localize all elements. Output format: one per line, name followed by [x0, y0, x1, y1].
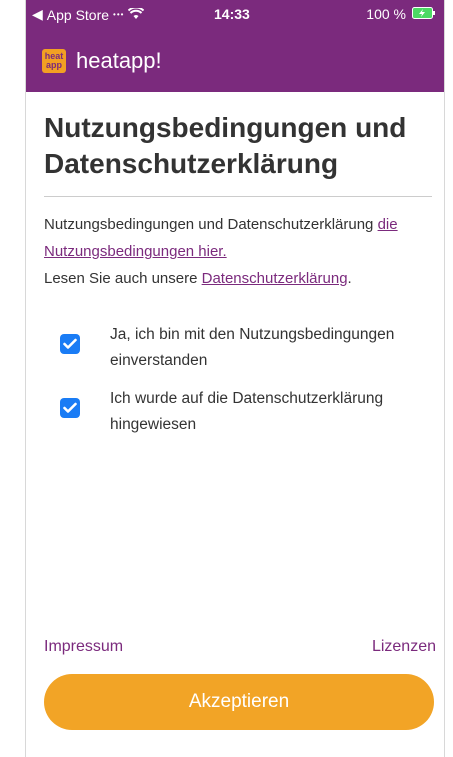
- intro-paragraph: Nutzungsbedingungen und Datenschutzerklä…: [44, 211, 432, 292]
- privacy-prefix: Lesen Sie auch unsere: [44, 270, 198, 287]
- consent-terms-row[interactable]: Ja, ich bin mit den Nutzungsbedingungen …: [44, 322, 432, 374]
- app-header: ◀ App Store ••• 14:33 100 % heat app hea…: [26, 0, 444, 92]
- intro-text: Nutzungsbedingungen und Datenschutzerklä…: [44, 216, 374, 233]
- privacy-checkbox-label: Ich wurde auf die Datenschutzerklärung h…: [110, 390, 384, 433]
- page-title: Nutzungsbedingungen und Datenschutzerklä…: [44, 112, 407, 179]
- privacy-suffix: .: [347, 270, 352, 287]
- signal-icon: •••: [113, 10, 125, 19]
- wifi-icon: [128, 6, 145, 23]
- footer-links: Impressum Lizenzen: [44, 638, 436, 656]
- licenses-link[interactable]: Lizenzen: [372, 638, 436, 656]
- terms-checkbox-label: Ja, ich bin mit den Nutzungsbedingungen …: [110, 326, 395, 369]
- main-content: Nutzungsbedingungen und Datenschutzerklä…: [44, 110, 432, 438]
- logo-text: heat app: [44, 51, 64, 70]
- brand-row: heat app heatapp!: [42, 48, 162, 74]
- status-time: 14:33: [214, 6, 250, 22]
- checkmark-icon: [63, 338, 77, 349]
- consent-privacy-row[interactable]: Ich wurde auf die Datenschutzerklärung h…: [44, 386, 432, 438]
- terms-checkbox[interactable]: [60, 334, 80, 354]
- app-name: heatapp!: [76, 48, 162, 73]
- status-right: 100 %: [366, 6, 436, 22]
- back-triangle-icon: ◀: [32, 6, 43, 22]
- privacy-link[interactable]: Datenschutzerklärung: [202, 270, 348, 287]
- accept-button[interactable]: Akzeptieren: [44, 674, 434, 730]
- back-to-app-store[interactable]: ◀ App Store •••: [32, 6, 145, 23]
- privacy-checkbox[interactable]: [60, 398, 80, 418]
- consent-checkboxes: Ja, ich bin mit den Nutzungsbedingungen …: [44, 322, 432, 438]
- status-bar: ◀ App Store ••• 14:33 100 %: [26, 0, 444, 28]
- battery-label: 100 %: [366, 6, 406, 22]
- back-app-label: App Store: [46, 6, 110, 23]
- battery-charging-icon: [412, 6, 436, 22]
- impressum-link[interactable]: Impressum: [44, 638, 123, 656]
- checkmark-icon: [63, 402, 77, 413]
- app-screen: ◀ App Store ••• 14:33 100 % heat app hea…: [25, 0, 445, 757]
- title-divider: [44, 196, 432, 197]
- heatapp-logo: heat app: [42, 49, 66, 73]
